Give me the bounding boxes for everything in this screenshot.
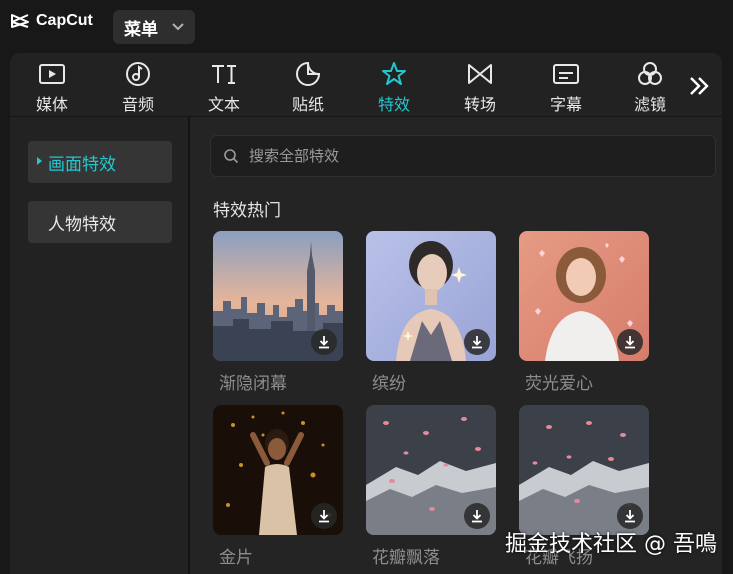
media-icon [39,64,65,84]
effect-thumbnail [519,231,649,361]
download-button[interactable] [311,503,337,529]
download-icon [319,510,329,523]
text-icon [212,65,236,84]
effect-thumbnail [519,405,649,535]
search-icon [224,149,239,164]
effects-sidebar: 画面特效 人物特效 [10,117,190,574]
effect-thumbnail [213,231,343,361]
tab-label: 媒体 [35,95,68,114]
search-box[interactable] [210,135,716,177]
app-name: CapCut [36,12,93,29]
menu-label: 菜单 [124,19,158,40]
effect-thumbnail [366,405,496,535]
effect-card[interactable]: 花瓣飘落 [366,405,496,568]
download-button[interactable] [617,329,643,355]
effect-thumbnail [366,231,496,361]
sidebar-item-person-effects[interactable]: 人物特效 [28,201,172,243]
sticker-icon [296,61,321,86]
sidebar-item-scene-effects[interactable]: 画面特效 [28,141,172,183]
watermark: 掘金技术社区 @ 吾鳴 [505,532,717,557]
tab-sticker[interactable]: 贴纸 [278,59,338,115]
transition-icon [468,64,492,84]
effect-card[interactable]: 缤纷 [366,231,496,394]
tab-label: 贴纸 [291,95,324,114]
double-chevron-right-icon [690,77,709,95]
tab-filters[interactable]: 滤镜 [620,59,680,115]
sidebar-item-label: 人物特效 [48,214,116,235]
capcut-logo: CapCut [10,12,93,30]
audio-icon [126,62,150,86]
capcut-logo-icon [11,14,29,28]
download-icon [472,336,482,349]
effect-card[interactable]: 渐隐闭幕 [213,231,343,394]
tab-label: 字幕 [549,95,582,114]
more-tabs-button[interactable] [684,71,714,101]
effect-name: 金片 [219,548,253,568]
download-button[interactable] [464,503,490,529]
tab-label: 音频 [121,95,154,114]
download-icon [625,510,635,523]
effects-icon [382,62,406,85]
search-input[interactable] [249,147,689,165]
effect-card[interactable]: 金片 [213,405,343,568]
effect-name: 缤纷 [372,374,406,394]
download-icon [472,510,482,523]
effect-name: 渐隐闭幕 [219,374,287,394]
tab-label: 文本 [207,95,240,114]
download-icon [319,336,329,349]
tab-transition[interactable]: 转场 [450,59,510,115]
tab-label: 转场 [463,95,496,114]
tab-label: 特效 [377,95,410,114]
section-title: 特效热门 [213,201,281,221]
menu-button[interactable]: 菜单 [113,10,195,44]
download-icon [625,336,635,349]
chevron-down-icon [172,21,184,34]
download-button[interactable] [464,329,490,355]
tab-media[interactable]: 媒体 [22,59,82,115]
effect-card[interactable]: 荧光爱心 [519,231,649,394]
tab-label: 滤镜 [633,95,666,114]
effect-thumbnail [213,405,343,535]
effect-name: 荧光爱心 [525,374,593,394]
effects-panel: 媒体 音频 文本 贴纸 特效 转场 字幕 滤镜 画面特效 人物特效 搜索全部特效… [10,53,722,574]
category-tabs: 媒体 音频 文本 贴纸 特效 转场 字幕 滤镜 [10,53,722,117]
download-button[interactable] [311,329,337,355]
sidebar-item-label: 画面特效 [48,154,116,175]
filter-icon [638,62,662,85]
tab-captions[interactable]: 字幕 [536,59,596,115]
effect-name: 花瓣飘落 [372,548,440,568]
tab-effects[interactable]: 特效 [364,59,424,115]
caret-right-icon [37,157,42,165]
tab-text[interactable]: 文本 [194,59,254,115]
tab-audio[interactable]: 音频 [108,59,168,115]
caption-icon [553,64,579,84]
